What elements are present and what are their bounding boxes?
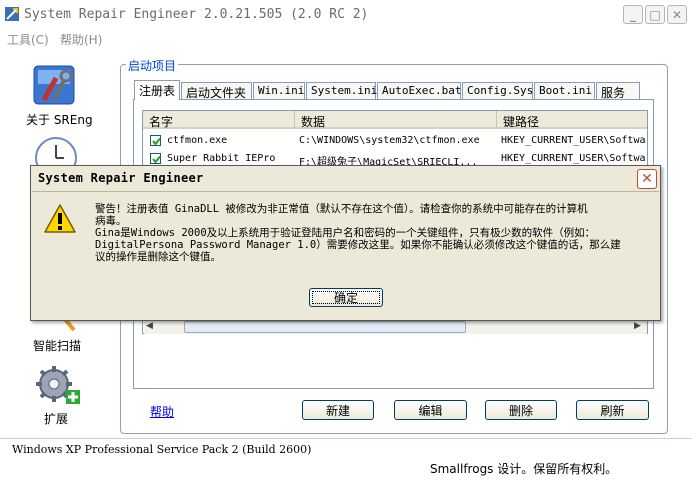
refresh-button[interactable]: 刷新 [576,400,649,420]
dialog-message-line: 警告！注册表值 GinaDLL 被修改为非正常值（默认不存在这个值）。请检查你的… [95,203,588,215]
menu-bar [0,30,692,48]
menu-help[interactable]: 帮助(H) [60,31,102,48]
row-name: ctfmon.exe [167,135,228,146]
tab-config-sys[interactable]: Config.Sys [462,82,533,99]
ok-button[interactable]: 确定 [309,288,383,307]
minimize-button[interactable]: _ [623,5,643,24]
minimize-icon: _ [630,7,636,22]
window-title: System Repair Engineer 2.0.21.505 (2.0 R… [24,7,369,22]
checkmark-icon [152,155,161,164]
row-name: Super Rabbit IEPro [167,153,276,164]
row-checkbox[interactable] [150,135,161,146]
dialog-message-line: DigitalPersona Password Manager 1.0）需要修改… [95,239,621,251]
table-row[interactable]: ctfmon.exe C:\WINDOWS\system32\ctfmon.ex… [143,132,648,150]
scroll-right-icon[interactable]: ▶ [634,321,646,332]
tab-services[interactable]: 服务 [596,82,640,100]
group-title: 启动项目 [126,57,179,74]
tab-system-ini[interactable]: System.ini [306,82,377,99]
edit-button[interactable]: 编辑 [394,400,467,420]
toolbox-icon [33,65,75,105]
dialog-message-line: 病毒。 [95,215,127,227]
delete-button[interactable]: 删除 [485,400,557,420]
tab-boot-ini[interactable]: Boot.ini [534,82,595,99]
row-path: HKEY_CURRENT_USER\Softwar [501,153,648,164]
scroll-left-icon[interactable]: ◀ [146,321,158,332]
nav-label-scan: 智能扫描 [33,339,82,353]
nav-label-about: 关于 SREng [26,113,93,127]
app-icon [5,7,19,21]
dialog-close-button[interactable]: ✕ [637,169,657,189]
dialog-message-line: 议的操作是删除这个键值。 [95,251,221,263]
menu-tools[interactable]: 工具(C) [7,31,49,48]
tab-startup-folder[interactable]: 启动文件夹 [181,82,252,100]
nav-item-extend[interactable] [34,364,82,408]
column-header-path[interactable]: 键路径 [497,111,647,129]
column-header-name[interactable]: 名字 [143,111,295,129]
dialog-divider [32,191,659,192]
maximize-button[interactable]: □ [645,5,665,24]
close-icon: ✕ [641,171,653,187]
gear-plus-icon [36,366,80,404]
row-path: HKEY_CURRENT_USER\Softwar [501,135,648,146]
column-header-data[interactable]: 数据 [295,111,497,129]
nav-label-extend: 扩展 [44,412,69,426]
dialog-message-line: Gina是Windows 2000及以上系统用于验证登陆用户名和密码的一个关键组… [95,227,596,239]
checkmark-icon [152,137,161,146]
row-data: C:\WINDOWS\system32\ctfmon.exe [299,135,480,146]
copyright-text: Smallfrogs 设计。保留所有权利。 [430,462,618,476]
close-button[interactable]: ✕ [667,5,687,24]
tab-registry[interactable]: 注册表 [134,80,180,100]
nav-item-schedule[interactable] [34,136,78,179]
tab-autoexec[interactable]: AutoExec.bat [377,82,461,99]
maximize-icon: □ [649,7,661,22]
help-link[interactable]: 帮助 [150,403,174,420]
warning-icon [44,204,76,233]
new-button[interactable]: 新建 [302,400,374,420]
tab-win-ini[interactable]: Win.ini [253,82,305,99]
os-info: Windows XP Professional Service Pack 2 (… [12,443,312,456]
close-icon: ✕ [671,7,683,22]
scroll-thumb[interactable] [184,321,466,333]
dialog-title: System Repair Engineer [38,171,204,185]
clock-icon [35,137,77,179]
row-checkbox[interactable] [150,153,161,164]
